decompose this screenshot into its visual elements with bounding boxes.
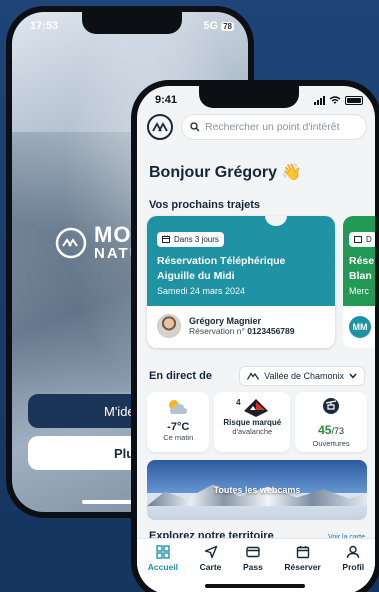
calendar-icon <box>296 546 309 559</box>
search-placeholder: Rechercher un point d'intérêt <box>205 121 340 133</box>
status-time: 17:53 <box>30 20 59 32</box>
trip-title: Réservation Téléphérique Aiguille du Mid… <box>157 255 286 282</box>
phone-notch <box>199 86 299 108</box>
grid-icon <box>156 545 170 559</box>
partly-cloudy-icon <box>169 400 188 414</box>
avalanche-risk-icon <box>243 399 268 417</box>
webcams-label: Toutes les webcams <box>213 485 301 495</box>
trip-title-fragment: Rése <box>349 255 375 267</box>
openings-total: /73 <box>331 426 344 436</box>
calendar-icon <box>162 235 170 243</box>
tab-profil[interactable]: Profil <box>342 545 364 592</box>
pass-card-icon <box>246 546 260 558</box>
openings-count: 45 <box>318 423 332 437</box>
status-bar: 17:53 5G 78 <box>30 20 234 32</box>
lift-icon <box>323 398 340 414</box>
trip-card[interactable]: Dans 3 jours Réservation Téléphérique Ai… <box>147 216 335 348</box>
chevron-down-icon <box>349 373 357 379</box>
openings-tile[interactable]: 45/73 Ouvertures <box>295 392 367 452</box>
avalanche-level: 4 <box>236 398 241 407</box>
openings-caption: Ouvertures <box>312 439 350 448</box>
wifi-icon <box>329 95 341 104</box>
battery-icon <box>345 95 363 105</box>
live-label: En direct de <box>149 370 212 382</box>
brand-logo-icon <box>55 227 87 258</box>
home-indicator <box>205 584 305 588</box>
battery-badge: 78 <box>221 21 234 31</box>
wave-emoji: 👋 <box>281 164 302 181</box>
avatar-initials: MM <box>349 316 371 338</box>
days-badge: D <box>349 231 375 247</box>
avalanche-tile[interactable]: 4 Risque marqué d'avalanche <box>214 392 291 452</box>
reservation-number: Réservation n° 0123456789 <box>189 326 295 336</box>
mountain-icon <box>247 372 260 380</box>
valley-select[interactable]: Vallée de Chamonix <box>239 366 365 386</box>
network-label: 5G <box>203 20 219 32</box>
trip-title-fragment: Blan <box>349 270 372 282</box>
greeting-title: Bonjour Grégory 👋 <box>149 164 302 181</box>
webcams-banner[interactable]: Toutes les webcams <box>147 460 367 520</box>
app-logo-icon[interactable] <box>147 114 173 140</box>
temperature-value: -7°C <box>167 421 190 433</box>
home-screen: 9:41 Rechercher un point d'intérêt Bonjo… <box>137 86 375 592</box>
avalanche-title: Risque marqué <box>223 418 282 427</box>
search-icon <box>190 122 200 132</box>
foreground-phone: 9:41 Rechercher un point d'intérêt Bonjo… <box>131 80 379 592</box>
avatar <box>157 314 181 338</box>
status-time: 9:41 <box>155 94 178 106</box>
upcoming-trips-title: Vos prochains trajets <box>149 199 261 211</box>
trip-date-fragment: Merc <box>349 286 369 296</box>
user-icon <box>347 545 360 559</box>
calendar-icon <box>354 236 362 243</box>
temperature-caption: Ce matin <box>163 433 194 442</box>
navigation-icon <box>204 545 217 559</box>
trip-date: Samedi 24 mars 2024 <box>157 286 246 296</box>
search-input[interactable]: Rechercher un point d'intérêt <box>181 114 367 140</box>
person-name: Grégory Magnier <box>189 316 262 326</box>
weather-tile[interactable]: -7°C Ce matin <box>147 392 210 452</box>
tab-accueil[interactable]: Accueil <box>148 545 178 592</box>
trip-card-next[interactable]: D Rése Blan Merc MM <box>343 216 375 348</box>
avalanche-caption: d'avalanche <box>232 427 273 436</box>
signal-icon <box>314 95 325 105</box>
days-badge: Dans 3 jours <box>157 231 224 247</box>
